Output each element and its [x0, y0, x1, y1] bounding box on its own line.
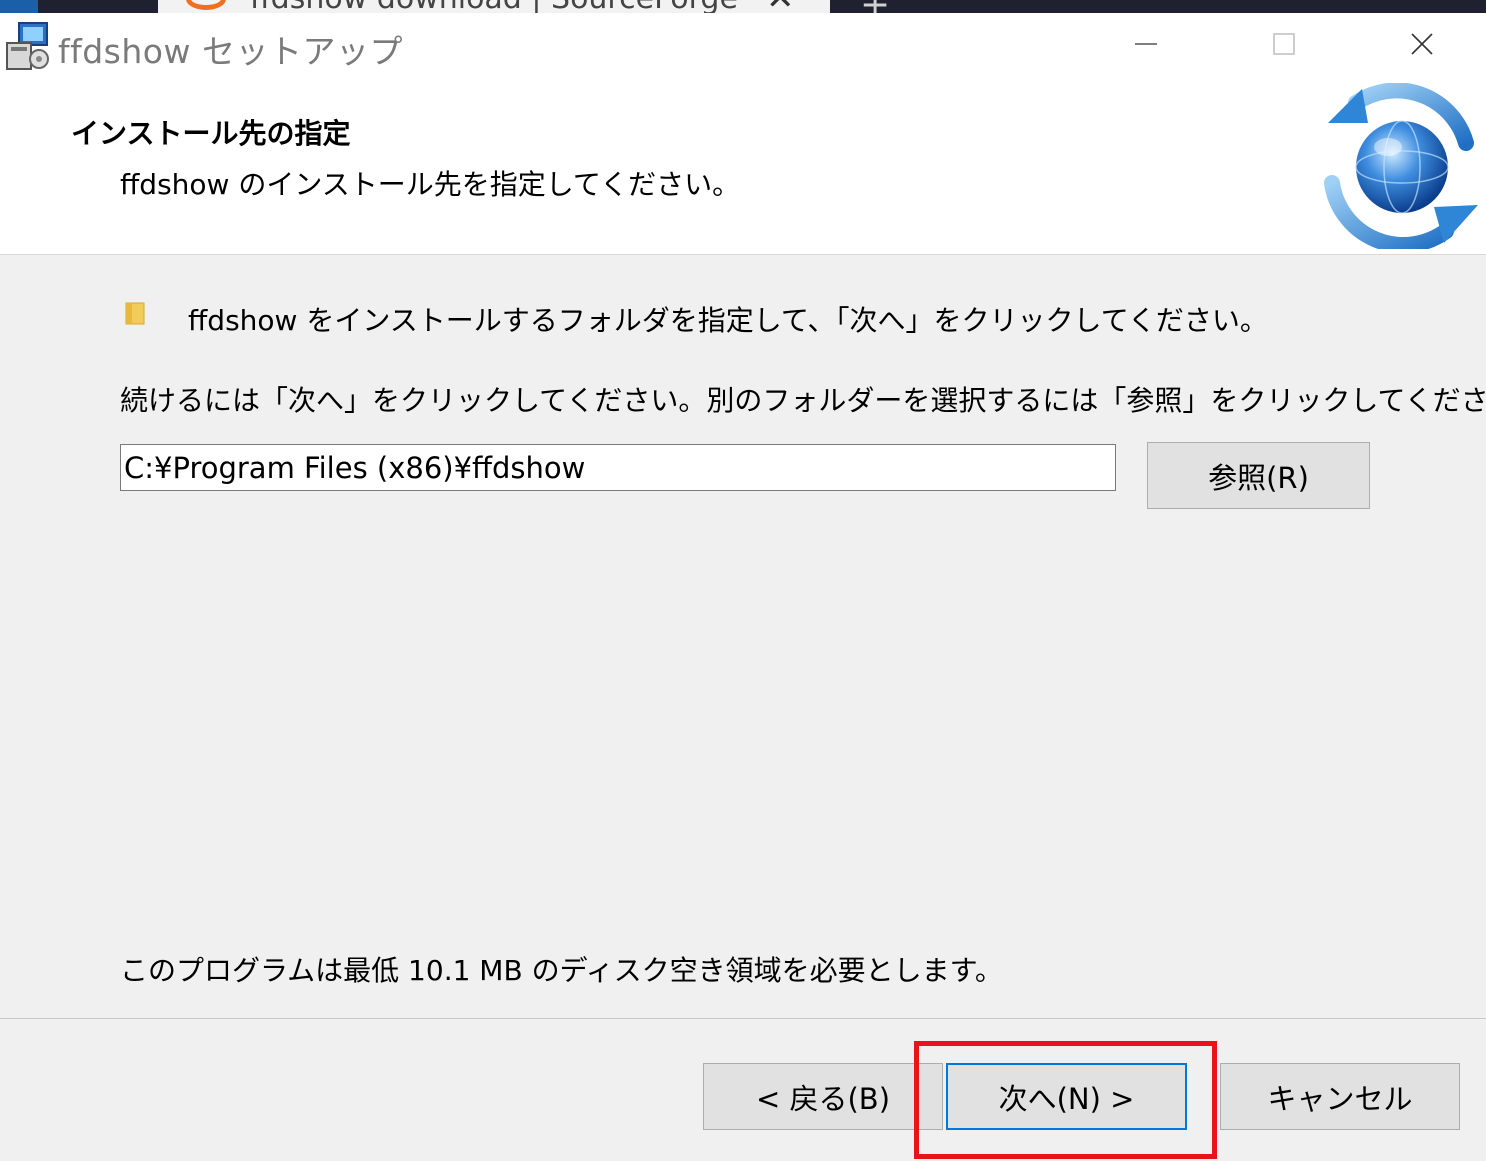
page-subtitle: ffdshow のインストール先を指定してください。 [120, 168, 741, 201]
sourceforge-icon [186, 0, 226, 10]
globe-refresh-icon [1324, 83, 1478, 249]
install-path-input[interactable] [120, 444, 1116, 491]
close-button[interactable] [1353, 13, 1486, 75]
background-tab-close-icon[interactable]: ✕ [766, 0, 795, 13]
next-button[interactable]: 次へ(N) > [946, 1063, 1187, 1130]
hint-text: 続けるには「次へ」をクリックしてください。別のフォルダーを選択するには「参照」を… [120, 384, 1486, 417]
background-browser-strip: ffdshow download | SourceForge ✕ + [0, 0, 1486, 13]
instruction-text: ffdshow をインストールするフォルダを指定して、「次へ」をクリックしてくだ… [188, 304, 1268, 337]
wizard-footer: < 戻る(B) 次へ(N) > キャンセル [0, 1018, 1486, 1161]
installer-icon [6, 22, 49, 70]
back-button[interactable]: < 戻る(B) [703, 1063, 943, 1130]
disk-space-requirement: このプログラムは最低 10.1 MB のディスク空き領域を必要とします。 [120, 954, 1003, 987]
background-taskbar-edge [0, 0, 38, 13]
cancel-button[interactable]: キャンセル [1220, 1063, 1460, 1130]
maximize-button[interactable] [1215, 13, 1353, 75]
title-bar[interactable]: ffdshow セットアップ [0, 13, 1486, 75]
window-title: ffdshow セットアップ [58, 32, 403, 71]
folder-icon [125, 302, 145, 325]
browse-button[interactable]: 参照(R) [1147, 442, 1370, 509]
background-tab-title: ffdshow download | SourceForge [250, 0, 738, 13]
maximize-icon [1273, 33, 1295, 55]
new-tab-icon[interactable]: + [860, 0, 890, 13]
wizard-body: ffdshow をインストールするフォルダを指定して、「次へ」をクリックしてくだ… [0, 255, 1486, 1018]
minimize-icon [1135, 43, 1157, 45]
wizard-header: インストール先の指定 ffdshow のインストール先を指定してください。 [0, 75, 1486, 255]
close-icon [1411, 33, 1433, 55]
setup-dialog: ffdshow セットアップ インストール先の指定 ffdshow のインストー… [0, 13, 1486, 1161]
minimize-button[interactable] [1077, 13, 1215, 75]
background-browser-tab[interactable]: ffdshow download | SourceForge ✕ [158, 0, 830, 13]
page-title: インストール先の指定 [71, 117, 351, 150]
